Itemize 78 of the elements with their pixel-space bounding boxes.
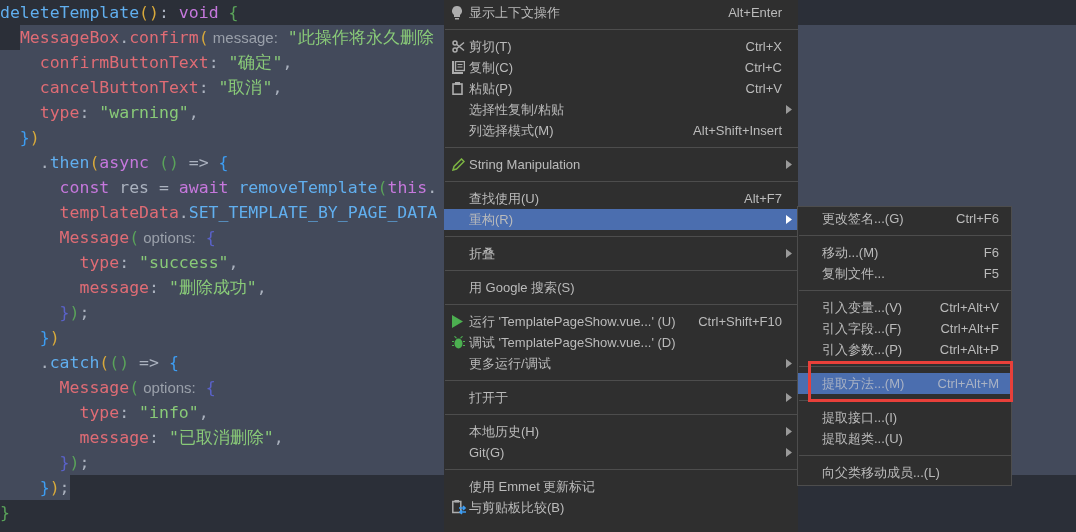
menu-item[interactable]: 显示上下文操作 Alt+Enter (444, 2, 798, 23)
play-icon (452, 315, 463, 328)
code-text: }) (38, 327, 60, 349)
menu-item[interactable]: 复制(C) Ctrl+C (444, 57, 798, 78)
submenu-arrow-icon (786, 215, 792, 224)
shortcut-label: Ctrl+Alt+V (939, 300, 999, 315)
code-text: type: "info", (78, 402, 209, 424)
menu-item[interactable]: 移动...(M) F6 (798, 242, 1011, 263)
shortcut-label: Alt+F7 (744, 191, 782, 206)
code-text: }); (58, 452, 90, 474)
scissors-icon (452, 40, 465, 53)
menu-item[interactable]: 折叠 (444, 243, 798, 264)
menu-item[interactable]: 列选择模式(M) Alt+Shift+Insert (444, 120, 798, 141)
menu-item[interactable]: 更改签名...(G) Ctrl+F6 (798, 208, 1011, 229)
shortcut-label: Ctrl+X (745, 39, 782, 54)
shortcut-label: Ctrl+V (745, 81, 782, 96)
menu-item[interactable]: 粘贴(P) Ctrl+V (444, 78, 798, 99)
submenu-arrow-icon (786, 249, 792, 258)
code-text: deleteTemplate(): void { (0, 2, 239, 24)
shortcut-label: Alt+Enter (728, 5, 782, 20)
shortcut-label: F5 (983, 266, 999, 281)
shortcut-label: Ctrl+C (744, 60, 782, 75)
code-text: }); (0, 475, 70, 500)
shortcut-label: F6 (983, 245, 999, 260)
menu-item[interactable]: 提取超类...(U) (798, 428, 1011, 449)
copy-icon (452, 61, 465, 74)
code-text: type: "success", (78, 252, 239, 274)
menu-item[interactable]: 本地历史(H) (444, 421, 798, 442)
compare-clipboard-icon (452, 500, 467, 515)
menu-item[interactable]: 提取接口...(I) (798, 407, 1011, 428)
submenu-arrow-icon (786, 359, 792, 368)
shortcut-label: Ctrl+Alt+P (939, 342, 999, 357)
menu-item[interactable]: 查找使用(U) Alt+F7 (444, 188, 798, 209)
shortcut-label: Alt+Shift+Insert (693, 123, 782, 138)
menu-item[interactable]: 选择性复制/粘贴 (444, 99, 798, 120)
submenu-arrow-icon (786, 160, 792, 169)
code-text: message: "删除成功", (78, 277, 267, 299)
pencil-icon (452, 158, 465, 171)
shortcut-label: Ctrl+Alt+M (937, 376, 999, 391)
code-text: }) (18, 127, 40, 149)
clipboard-icon (452, 82, 463, 95)
submenu-arrow-icon (786, 448, 792, 457)
code-text: } (0, 502, 10, 524)
lightbulb-icon (452, 5, 462, 20)
menu-item[interactable]: 打开于 (444, 387, 798, 408)
code-text: }); (58, 302, 90, 324)
menu-item[interactable]: 剪切(T) Ctrl+X (444, 36, 798, 57)
code-text: Message( options: { (58, 227, 216, 249)
menu-item[interactable]: 引入变量...(V) Ctrl+Alt+V (798, 297, 1011, 318)
code-text: const res = await removeTemplate(this. (58, 177, 438, 199)
menu-item[interactable]: 与剪贴板比较(B) (444, 497, 798, 518)
code-text: message: "已取消删除", (78, 427, 284, 449)
menu-item[interactable]: 用 Google 搜索(S) (444, 277, 798, 298)
submenu-arrow-icon (786, 427, 792, 436)
submenu-arrow-icon (786, 105, 792, 114)
menu-item[interactable]: 更多运行/调试 (444, 353, 798, 374)
shortcut-label: Ctrl+Shift+F10 (698, 314, 782, 329)
bug-icon (452, 336, 465, 349)
shortcut-label: Ctrl+F6 (956, 211, 999, 226)
code-text: Message( options: { (58, 377, 216, 399)
code-text: templateData.SET_TEMPLATE_BY_PAGE_DATA (58, 202, 438, 224)
code-text: type: "warning", (38, 102, 199, 124)
menu-item[interactable]: 复制文件... F5 (798, 263, 1011, 284)
menu-item[interactable]: 引入字段...(F) Ctrl+Alt+F (798, 318, 1011, 339)
code-text: .catch(() => { (38, 352, 179, 374)
menu-item[interactable]: String Manipulation (444, 154, 798, 175)
submenu-arrow-icon (786, 393, 792, 402)
menu-item[interactable]: 调试 'TemplatePageShow.vue...' (D) (444, 332, 798, 353)
shortcut-label: Ctrl+Alt+F (940, 321, 999, 336)
code-text: confirmButtonText: "确定", (38, 52, 293, 74)
menu-item[interactable]: 运行 'TemplatePageShow.vue...' (U) Ctrl+Shift+F10 (444, 311, 798, 332)
menu-item[interactable]: 使用 Emmet 更新标记 (444, 476, 798, 497)
code-text: .then(async () => { (38, 152, 229, 174)
code-text: cancelButtonText: "取消", (38, 77, 283, 99)
menu-item[interactable]: 引入参数...(P) Ctrl+Alt+P (798, 339, 1011, 360)
menu-item[interactable]: 向父类移动成员...(L) (798, 462, 1011, 483)
code-text: MessageBox.confirm( message: "此操作将永久删除 (19, 25, 434, 50)
menu-item[interactable]: Git(G) (444, 442, 798, 463)
